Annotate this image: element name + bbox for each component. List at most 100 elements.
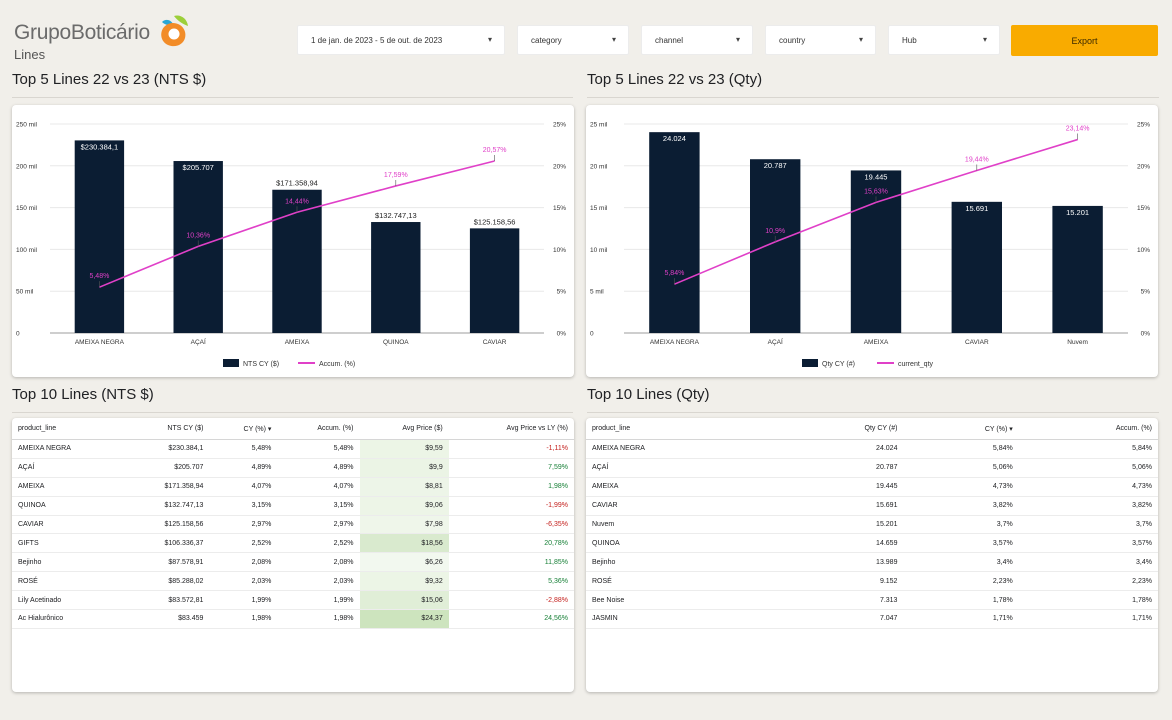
table-cell: 3,57% — [903, 533, 1019, 554]
y-tick-label: 250 mil — [16, 122, 38, 129]
column-header[interactable]: CY (%) ▾ — [903, 418, 1019, 440]
table-cell: 1,78% — [903, 590, 1019, 611]
brand-subtitle: Lines — [14, 47, 46, 62]
date-range-picker[interactable]: 1 de jan. de 2023 - 5 de out. de 2023 ▾ — [297, 25, 505, 55]
table-row: AÇAÍ $205.707 4,89% 4,89% $9,9 7,59% — [12, 458, 574, 478]
column-header[interactable]: Accum. (%) — [1018, 418, 1158, 440]
bar — [469, 228, 520, 333]
table-cell: $83.459 — [122, 609, 210, 629]
y2-tick-label: 25% — [553, 122, 566, 129]
line-data-label: 23,14% — [1066, 126, 1090, 133]
section-title-top5-qty: Top 5 Lines 22 vs 23 (Qty) — [587, 71, 763, 88]
table-cell: ROSÉ — [12, 571, 123, 592]
table-row: Ac Hialurônico $83.459 1,98% 1,98% $24,37 24,… — [12, 609, 574, 629]
table-cell: 24,56% — [448, 609, 574, 629]
table-cell: 4,73% — [903, 477, 1019, 497]
legend-swatch-bar — [223, 359, 239, 367]
bar-data-label: 24.024 — [663, 134, 686, 143]
line-data-label: 15,63% — [864, 188, 888, 195]
table-cell: $9,9 — [359, 458, 449, 478]
table-cell: $24,37 — [359, 609, 449, 629]
column-header[interactable]: Accum. (%) — [277, 418, 360, 440]
table-row: Lily Acetinado $83.572,81 1,99% 1,99% $15,06… — [12, 590, 574, 611]
chevron-down-icon: ▾ — [487, 35, 492, 44]
table-cell: 5,36% — [448, 571, 574, 592]
bar — [74, 140, 125, 333]
y-tick-label: 200 mil — [16, 163, 38, 170]
table-cell: $106.336,37 — [122, 533, 210, 554]
table-cell: AÇAÍ — [12, 458, 123, 478]
x-tick-label: AÇAÍ — [768, 337, 783, 346]
table-cell: 5,84% — [1018, 439, 1158, 459]
qty-combo-chart: 0 5 mil 10 mil 15 mil 20 mil 25 mil 0% 5% 10% 15%… — [590, 122, 1151, 369]
y2-tick-label: 20% — [1137, 163, 1150, 170]
table-cell: CAVIAR — [586, 496, 774, 516]
table-cell: JASMIN — [586, 609, 774, 629]
section-title-top5-nts: Top 5 Lines 22 vs 23 (NTS $) — [12, 71, 207, 88]
channel-filter-label: channel — [655, 35, 684, 45]
table-cell: 2,03% — [209, 571, 278, 592]
bar-data-label: 15.691 — [965, 204, 988, 213]
table-cell: Bejinho — [586, 552, 774, 573]
line-data-label: 5,84% — [664, 270, 684, 277]
line-data-label: 5,48% — [89, 273, 109, 280]
country-filter[interactable]: country ▾ — [765, 25, 876, 55]
table-cell: 14.659 — [773, 533, 904, 554]
table-row: AMEIXA 19.445 4,73% 4,73% — [586, 477, 1158, 497]
line-data-label: 10,9% — [765, 228, 785, 235]
table-cell: $85.288,02 — [122, 571, 210, 592]
table-cell: ROSÉ — [586, 571, 774, 592]
column-header[interactable]: CY (%) ▾ — [209, 418, 278, 440]
table-row: QUINOA $132.747,13 3,15% 3,15% $9,06 -1,99% — [12, 496, 574, 516]
y-tick-label: 25 mil — [590, 122, 608, 129]
top10-nts-table: product_line NTS CY ($) CY (%) ▾ Accum. (%)… — [12, 418, 574, 629]
table-cell: 11,85% — [448, 552, 574, 573]
column-header[interactable]: product_line — [12, 418, 123, 440]
hub-filter-label: Hub — [902, 35, 917, 45]
table-row: AÇAÍ 20.787 5,06% 5,06% — [586, 458, 1158, 478]
channel-filter[interactable]: channel ▾ — [641, 25, 753, 55]
boticario-logo-icon — [161, 15, 188, 47]
table-cell: 1,99% — [209, 590, 278, 611]
table-card-qty: product_line Qty CY (#) CY (%) ▾ Accum. (%)… — [586, 418, 1158, 692]
y2-tick-label: 25% — [1137, 122, 1150, 129]
table-cell: AMEIXA NEGRA — [12, 439, 123, 459]
bar — [1052, 205, 1103, 333]
y-tick-label: 10 mil — [590, 247, 608, 254]
x-tick-label: AMEIXA — [285, 339, 310, 346]
hub-filter[interactable]: Hub ▾ — [888, 25, 1000, 55]
table-cell: $18,56 — [359, 533, 449, 554]
section-title-top10-qty: Top 10 Lines (Qty) — [587, 386, 710, 403]
column-header[interactable]: Avg Price vs LY (%) — [448, 418, 574, 440]
column-header[interactable]: NTS CY ($) — [122, 418, 210, 440]
country-filter-label: country — [779, 35, 806, 45]
table-cell: 5,06% — [903, 458, 1019, 478]
top10-qty-table: product_line Qty CY (#) CY (%) ▾ Accum. (%)… — [586, 418, 1158, 629]
table-cell: AMEIXA — [12, 477, 123, 497]
column-header[interactable]: product_line — [586, 418, 774, 440]
table-cell: 7.313 — [773, 590, 904, 611]
table-header-row: product_line NTS CY ($) CY (%) ▾ Accum. (%)… — [12, 418, 574, 440]
column-header[interactable]: Qty CY (#) — [773, 418, 904, 440]
table-cell: 4,89% — [209, 458, 278, 478]
x-tick-label: AMEIXA NEGRA — [650, 339, 700, 346]
y2-tick-label: 0% — [1141, 331, 1151, 338]
column-header[interactable]: Avg Price ($) — [359, 418, 449, 440]
legend-label-line: current_qty — [898, 361, 934, 368]
table-cell: GIFTS — [12, 533, 123, 554]
line-data-label: 20,57% — [483, 147, 507, 154]
y-tick-label: 5 mil — [590, 289, 604, 296]
category-filter[interactable]: category ▾ — [517, 25, 629, 55]
category-filter-label: category — [531, 35, 562, 45]
table-row: AMEIXA NEGRA $230.384,1 5,48% 5,48% $9,59 -1,… — [12, 439, 574, 459]
bar — [371, 222, 421, 333]
export-button[interactable]: Export — [1011, 25, 1158, 56]
bar-data-label: 20.787 — [764, 161, 787, 170]
table-cell: 3,7% — [1018, 515, 1158, 535]
nts-combo-chart: 0 50 mil 100 mil 150 mil 200 mil 250 mil 0% 5% 1… — [16, 122, 566, 369]
table-row: ROSÉ $85.288,02 2,03% 2,03% $9,32 5,36% — [12, 571, 574, 592]
chart-card-nts: 0 50 mil 100 mil 150 mil 200 mil 250 mil 0% 5% 1… — [12, 105, 574, 377]
table-cell: 2,52% — [209, 533, 278, 554]
x-tick-label: AMEIXA NEGRA — [75, 339, 125, 346]
table-cell: $205.707 — [122, 458, 210, 478]
